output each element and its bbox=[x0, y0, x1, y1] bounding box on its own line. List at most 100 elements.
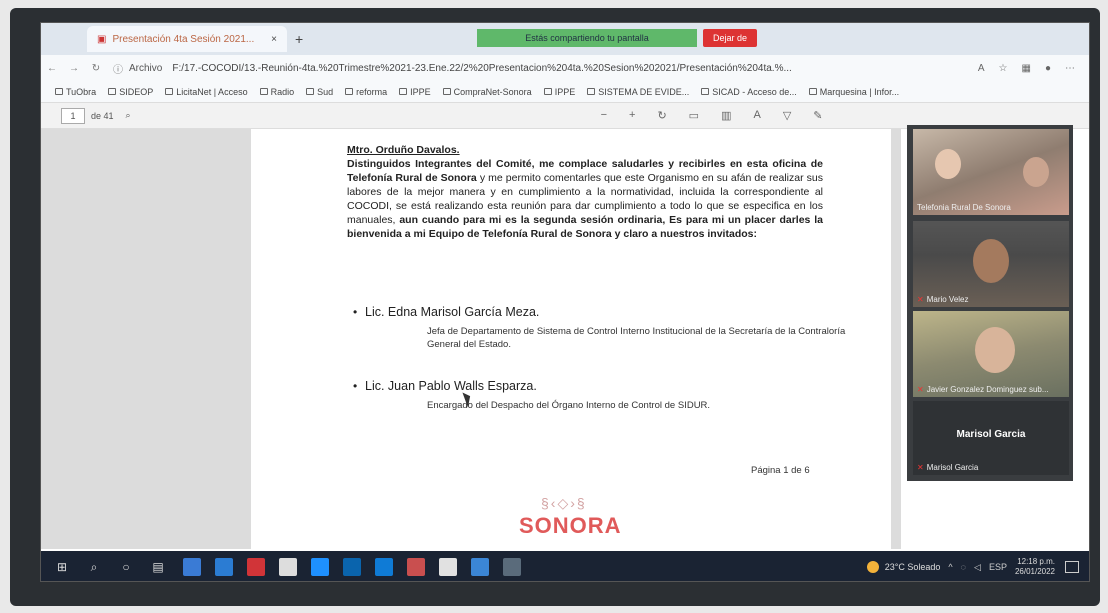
chrome-icon[interactable] bbox=[439, 558, 457, 576]
bookmark-item[interactable]: IPPE bbox=[399, 87, 431, 97]
read-aloud-icon[interactable]: A bbox=[978, 63, 985, 74]
bookmark-label: Sud bbox=[317, 86, 334, 97]
bookmark-label: Radio bbox=[270, 86, 295, 97]
participant-video bbox=[935, 149, 961, 179]
bookmark-item[interactable]: SICAD - Acceso de... bbox=[701, 87, 797, 97]
sonora-logo: §‹◇›§ SONORA bbox=[511, 495, 651, 545]
pdf-page: Mtro. Orduño Davalos. Distinguidos Integ… bbox=[251, 129, 891, 559]
cortana-icon[interactable]: ○ bbox=[115, 557, 137, 577]
participant-video bbox=[973, 239, 1009, 283]
more-icon[interactable]: ⋯ bbox=[1065, 63, 1075, 74]
app-icon[interactable] bbox=[503, 558, 521, 576]
windows-taskbar: ⊞ ⌕ ○ ▤ 23°C Soleado ^ ◌ ◁ ESP 12:18 p.m… bbox=[41, 551, 1089, 581]
pdf-viewer: Mtro. Orduño Davalos. Distinguidos Integ… bbox=[41, 129, 901, 559]
bookmark-label: CompraNet-Sonora bbox=[453, 86, 532, 97]
participant-name: Marisol Garcia bbox=[956, 429, 1026, 440]
zoom-in-icon[interactable]: + bbox=[629, 109, 635, 122]
invitee-2: • Lic. Juan Pablo Walls Esparza. bbox=[353, 379, 537, 393]
volume-icon[interactable]: ◁ bbox=[974, 562, 981, 573]
info-icon: ⓘ bbox=[113, 64, 123, 76]
mic-muted-icon: ✕ bbox=[917, 463, 924, 472]
acrobat-icon[interactable] bbox=[247, 558, 265, 576]
video-participants-panel: Telefonia Rural De Sonora ✕ Mario Velez ✕… bbox=[907, 125, 1073, 481]
network-icon[interactable]: ◌ bbox=[961, 562, 966, 573]
internet-explorer-icon[interactable] bbox=[311, 558, 329, 576]
bookmark-item[interactable]: Sud bbox=[306, 87, 333, 97]
page-number-input[interactable]: 1 bbox=[61, 107, 85, 124]
windows-start-icon[interactable]: ⊞ bbox=[51, 557, 73, 577]
url-field[interactable]: F:/17.-COCODI/13.-Reunión-4ta.%20Trimest… bbox=[172, 63, 892, 74]
bookmark-item[interactable]: IPPE bbox=[543, 87, 575, 97]
collections-icon[interactable]: ▦ bbox=[1022, 63, 1031, 74]
weather-widget[interactable]: 23°C Soleado bbox=[866, 561, 949, 573]
favorite-icon[interactable]: ☆ bbox=[999, 63, 1008, 74]
page-icon bbox=[543, 88, 552, 95]
page-icon bbox=[701, 88, 710, 95]
page-view-icon[interactable]: ▥ bbox=[721, 109, 731, 122]
app-icon[interactable] bbox=[407, 558, 425, 576]
bookmark-item[interactable]: LicitaNet | Acceso bbox=[165, 87, 248, 97]
participant-tile[interactable]: Telefonia Rural De Sonora bbox=[913, 129, 1069, 215]
invitee-1: • Lic. Edna Marisol García Meza. bbox=[353, 305, 540, 319]
stop-share-button[interactable]: Dejar de bbox=[703, 29, 757, 47]
bookmark-item[interactable]: reforma bbox=[345, 87, 387, 97]
page-icon bbox=[808, 88, 817, 95]
address-bar: ← → ↻ ⓘ Archivo F:/17.-COCODI/13.-Reunió… bbox=[41, 55, 1089, 81]
invitee-1-name: Lic. Edna Marisol García Meza. bbox=[365, 305, 540, 319]
participant-video bbox=[975, 327, 1015, 373]
date: 26/01/2022 bbox=[1014, 567, 1055, 576]
forward-icon[interactable]: → bbox=[63, 63, 85, 74]
search-icon[interactable]: ⌕ bbox=[126, 110, 131, 121]
highlight-icon[interactable]: ▽ bbox=[783, 109, 791, 122]
refresh-icon[interactable]: ↻ bbox=[85, 63, 107, 74]
screen-share-banner: Estás compartiendo tu pantalla bbox=[477, 29, 697, 47]
bookmark-item[interactable]: SISTEMA DE EVIDE... bbox=[587, 87, 689, 97]
word-icon[interactable] bbox=[343, 558, 361, 576]
zoom-out-icon[interactable]: − bbox=[601, 109, 607, 122]
invitee-1-role: Jefa de Departamento de Sistema de Contr… bbox=[427, 326, 846, 350]
bookmark-item[interactable]: Radio bbox=[259, 86, 295, 97]
bullet-icon: • bbox=[353, 379, 358, 393]
participant-label: Javier Gonzalez Dominguez sub... bbox=[926, 385, 1049, 394]
invitee-2-name: Lic. Juan Pablo Walls Esparza. bbox=[365, 379, 537, 393]
time: 12:18 p.m. bbox=[1017, 557, 1055, 566]
lang-indicator[interactable]: ESP bbox=[989, 562, 1007, 573]
browser-tab[interactable]: ▣ Presentación 4ta Sesión 2021... × bbox=[87, 26, 287, 52]
close-icon[interactable]: × bbox=[271, 34, 277, 45]
bookmark-item[interactable]: TuObra bbox=[55, 87, 96, 97]
bookmark-item[interactable]: CompraNet-Sonora bbox=[442, 86, 532, 97]
task-view-icon[interactable]: ▤ bbox=[147, 557, 169, 577]
profile-icon[interactable]: ● bbox=[1045, 63, 1051, 74]
speaker-header: Mtro. Orduño Davalos. bbox=[347, 144, 460, 156]
zoom-app-icon[interactable] bbox=[215, 558, 233, 576]
edge-icon[interactable] bbox=[375, 558, 393, 576]
bookmark-item[interactable]: SIDEOP bbox=[108, 87, 153, 97]
rotate-icon[interactable]: ↻ bbox=[657, 109, 666, 122]
clock[interactable]: 12:18 p.m. 26/01/2022 bbox=[1015, 557, 1065, 577]
bookmark-label: TuObra bbox=[66, 86, 97, 97]
participant-tile[interactable]: ✕ Javier Gonzalez Dominguez sub... bbox=[913, 311, 1069, 397]
notification-icon[interactable] bbox=[1065, 561, 1079, 573]
new-tab-button[interactable]: + bbox=[295, 31, 303, 47]
notepad-icon[interactable] bbox=[279, 558, 297, 576]
back-icon[interactable]: ← bbox=[41, 63, 63, 74]
page-icon bbox=[259, 88, 268, 95]
participant-label: Marisol Garcia bbox=[926, 463, 979, 472]
fit-page-icon[interactable]: ▭ bbox=[689, 109, 699, 122]
mic-muted-icon: ✕ bbox=[917, 295, 924, 304]
participant-tile[interactable]: Marisol Garcia ✕ Marisol Garcia bbox=[913, 401, 1069, 475]
bookmark-label: SIDEOP bbox=[119, 86, 154, 97]
outlook-icon[interactable] bbox=[471, 558, 489, 576]
read-aloud-icon[interactable]: A bbox=[753, 109, 760, 122]
bookmarks-bar: TuObra SIDEOP LicitaNet | Acceso Radio Sud re… bbox=[41, 81, 1089, 103]
monitor-frame: ▣ Presentación 4ta Sesión 2021... × + Es… bbox=[10, 8, 1100, 606]
chevron-up-icon[interactable]: ^ bbox=[948, 562, 952, 573]
participant-tile[interactable]: ✕ Mario Velez bbox=[913, 221, 1069, 307]
draw-icon[interactable]: ✎ bbox=[813, 109, 822, 122]
file-explorer-icon[interactable] bbox=[183, 558, 201, 576]
page-icon bbox=[108, 88, 117, 95]
bookmark-item[interactable]: Marquesina | Infor... bbox=[808, 87, 899, 97]
search-icon[interactable]: ⌕ bbox=[83, 557, 105, 577]
page-total: de 41 bbox=[91, 110, 114, 121]
participant-video bbox=[1023, 157, 1049, 187]
